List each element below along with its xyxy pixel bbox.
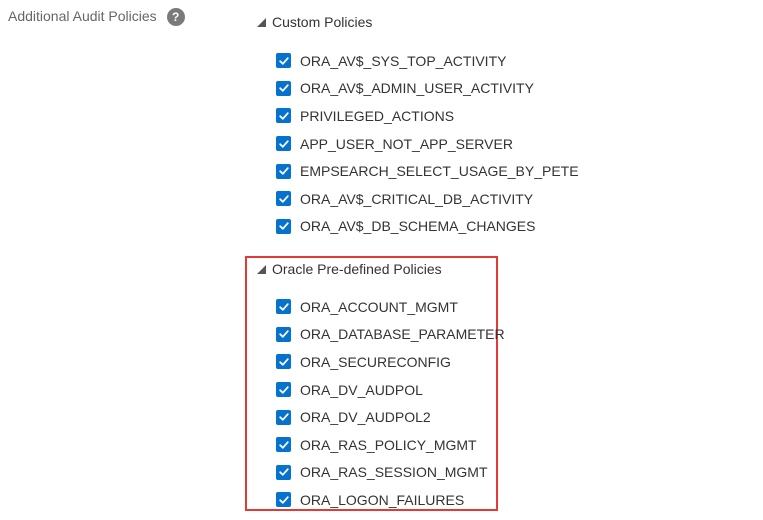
policy-label: ORA_ACCOUNT_MGMT <box>300 298 458 315</box>
policy-label: APP_USER_NOT_APP_SERVER <box>300 135 513 152</box>
policy-label: ORA_SECURECONFIG <box>300 353 451 370</box>
checkmark-icon <box>278 358 289 366</box>
policy-label: ORA_DATABASE_PARAMETER <box>300 326 505 343</box>
policy-item[interactable]: ORA_DATABASE_PARAMETER <box>276 321 505 349</box>
policy-item[interactable]: PRIVILEGED_ACTIONS <box>276 102 579 130</box>
policy-item[interactable]: ORA_LOGON_FAILURES <box>276 486 505 514</box>
checkmark-icon <box>278 496 289 504</box>
checkmark-icon <box>278 112 289 120</box>
checkbox-checked[interactable] <box>276 492 291 508</box>
policy-label: ORA_RAS_SESSION_MGMT <box>300 464 488 481</box>
checkbox-checked[interactable] <box>276 191 291 207</box>
checkbox-checked[interactable] <box>276 80 291 96</box>
policy-label: EMPSEARCH_SELECT_USAGE_BY_PETE <box>300 163 579 180</box>
checkbox-checked[interactable] <box>276 409 291 425</box>
custom-policies-title: Custom Policies <box>272 14 373 30</box>
checkbox-checked[interactable] <box>276 136 291 152</box>
field-label-row: Additional Audit Policies ? <box>8 7 185 26</box>
triangle-down-icon <box>257 18 266 27</box>
checkmark-icon <box>278 139 289 148</box>
checkmark-icon <box>278 303 289 311</box>
policy-item[interactable]: ORA_AV$_CRITICAL_DB_ACTIVITY <box>276 185 579 213</box>
triangle-down-icon <box>257 265 266 274</box>
checkbox-checked[interactable] <box>276 218 291 234</box>
policy-item[interactable]: ORA_SECURECONFIG <box>276 348 505 376</box>
policy-label: ORA_AV$_ADMIN_USER_ACTIVITY <box>300 80 534 97</box>
checkmark-icon <box>278 57 289 65</box>
checkbox-checked[interactable] <box>276 382 291 398</box>
help-icon[interactable]: ? <box>166 8 185 26</box>
checkmark-icon <box>278 441 289 449</box>
field-label: Additional Audit Policies <box>8 8 157 24</box>
custom-policies-group-header[interactable]: Custom Policies <box>257 14 372 30</box>
checkmark-icon <box>278 330 289 339</box>
oracle-policies-group-header[interactable]: Oracle Pre-defined Policies <box>257 261 442 277</box>
checkmark-icon <box>278 84 289 93</box>
checkbox-checked[interactable] <box>276 163 291 179</box>
policy-item[interactable]: ORA_RAS_POLICY_MGMT <box>276 431 505 459</box>
checkbox-checked[interactable] <box>276 464 291 480</box>
checkbox-checked[interactable] <box>276 108 291 124</box>
policy-item[interactable]: APP_USER_NOT_APP_SERVER <box>276 130 579 158</box>
policy-label: PRIVILEGED_ACTIONS <box>300 107 455 124</box>
policy-item[interactable]: ORA_DV_AUDPOL <box>276 376 505 404</box>
checkbox-checked[interactable] <box>276 437 291 453</box>
checkmark-icon <box>278 468 289 477</box>
checkmark-icon <box>278 195 289 203</box>
policy-label: ORA_DV_AUDPOL <box>300 381 423 398</box>
policy-item[interactable]: ORA_AV$_DB_SCHEMA_CHANGES <box>276 213 579 241</box>
policy-label: ORA_DV_AUDPOL2 <box>300 409 431 426</box>
policy-label: ORA_AV$_CRITICAL_DB_ACTIVITY <box>300 190 534 207</box>
policy-label: ORA_AV$_DB_SCHEMA_CHANGES <box>300 218 536 235</box>
policy-item[interactable]: ORA_RAS_SESSION_MGMT <box>276 459 505 487</box>
checkbox-checked[interactable] <box>276 53 291 69</box>
policy-item[interactable]: ORA_DV_AUDPOL2 <box>276 403 505 431</box>
policy-label: ORA_LOGON_FAILURES <box>300 491 465 508</box>
checkbox-checked[interactable] <box>276 326 291 342</box>
checkmark-icon <box>278 413 289 421</box>
oracle-policies-list: ORA_ACCOUNT_MGMT ORA_DATABASE_PARAMETER … <box>276 293 505 514</box>
checkmark-icon <box>278 167 289 175</box>
policy-item[interactable]: ORA_AV$_SYS_TOP_ACTIVITY <box>276 47 579 75</box>
checkbox-checked[interactable] <box>276 299 291 315</box>
oracle-policies-title: Oracle Pre-defined Policies <box>272 261 442 277</box>
policy-label: ORA_AV$_SYS_TOP_ACTIVITY <box>300 52 507 69</box>
checkbox-checked[interactable] <box>276 354 291 370</box>
checkmark-icon <box>278 385 289 394</box>
policy-item[interactable]: ORA_AV$_ADMIN_USER_ACTIVITY <box>276 75 579 103</box>
policy-label: ORA_RAS_POLICY_MGMT <box>300 436 477 453</box>
policy-item[interactable]: EMPSEARCH_SELECT_USAGE_BY_PETE <box>276 157 579 185</box>
custom-policies-list: ORA_AV$_SYS_TOP_ACTIVITY ORA_AV$_ADMIN_U… <box>276 47 579 240</box>
policy-item[interactable]: ORA_ACCOUNT_MGMT <box>276 293 505 321</box>
checkmark-icon <box>278 222 289 231</box>
